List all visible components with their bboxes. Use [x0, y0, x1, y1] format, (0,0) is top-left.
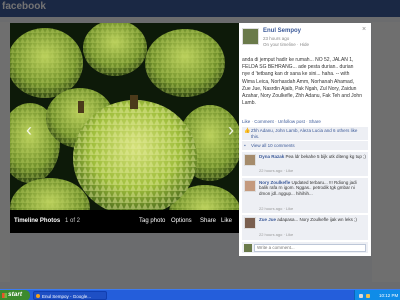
system-tray: 10:12 PM	[354, 290, 400, 300]
photo-side-panel: Enul Sempoy 23 hours ago On your timelin…	[239, 23, 371, 256]
windows-taskbar: start Enul Sempoy - Google... 10:12 PM	[0, 289, 400, 300]
post-like-link[interactable]: Like	[242, 119, 250, 124]
write-comment-area	[242, 242, 368, 253]
comment-item: Dyna Razak Pea ldr bekahe 5 bijk utk dit…	[242, 152, 368, 176]
comment-item: Nory Zoulkefle Updated terbaru... !!! Rd…	[242, 178, 368, 213]
windows-logo-icon	[2, 292, 7, 298]
post-location: On your timeline · Hide	[263, 42, 310, 47]
tray-volume-icon[interactable]	[366, 293, 370, 298]
comment-bubble-icon: ▪	[244, 142, 246, 149]
my-avatar	[244, 243, 252, 252]
previous-photo-icon[interactable]: ‹	[26, 121, 32, 139]
album-title[interactable]: Timeline Photos	[14, 218, 60, 224]
likes-summary: 👍 Zhh Adanu, John Lamb, Aleza Lucia and …	[242, 127, 368, 140]
commenter-name[interactable]: Zue Jue	[259, 217, 276, 222]
next-photo-icon[interactable]: ›	[228, 121, 234, 139]
taskbar-clock[interactable]: 10:12 PM	[379, 293, 398, 298]
comment-input[interactable]	[254, 243, 366, 252]
post-share-link[interactable]: Share	[309, 119, 321, 124]
unfollow-post-link[interactable]: Unfollow post	[278, 119, 305, 124]
comment-body: Pea ldr bekahe 5 bijk utk diteng kg tup …	[285, 154, 366, 159]
author-avatar[interactable]	[242, 28, 259, 45]
commenter-name[interactable]: Nory Zoulkefle	[259, 180, 290, 185]
close-icon[interactable]: ×	[362, 26, 366, 33]
comment-meta[interactable]: 22 hours ago · Like	[259, 168, 293, 173]
thumbs-up-icon: 👍	[244, 128, 251, 134]
durian-photo-illustration	[10, 23, 239, 233]
comment-text: Nory Zoulkefle Updated terbaru... !!! Rd…	[259, 180, 366, 196]
comment-text: Dyna Razak Pea ldr bekahe 5 bijk utk dit…	[259, 154, 366, 159]
comment-meta[interactable]: 22 hours ago · Like	[259, 232, 293, 237]
photo-action-bar: Timeline Photos 1 of 2 Tag photo Options…	[10, 210, 239, 233]
comment-item: Zue Jue adapasa... Nory Zoulkefle ijak w…	[242, 215, 368, 240]
commenter-name[interactable]: Dyna Razak	[259, 154, 284, 159]
likes-text[interactable]: Zhh Adanu, John Lamb, Aleza Lucia and 6 …	[251, 128, 357, 139]
comment-text: Zue Jue adapasa... Nory Zoulkefle ijak w…	[259, 217, 366, 222]
like-button[interactable]: Like	[221, 218, 232, 224]
comment-meta[interactable]: 22 hours ago · Like	[259, 206, 293, 211]
taskbar-window-item[interactable]: Enul Sempoy - Google...	[33, 291, 107, 300]
post-actions: Like · Comment · Unfollow post · Share	[242, 119, 367, 124]
durian-photo[interactable]: ‹ ›	[10, 23, 239, 233]
browser-icon	[36, 294, 40, 298]
taskbar-window-label: Enul Sempoy - Google...	[42, 293, 92, 299]
commenter-avatar[interactable]	[244, 217, 256, 229]
share-button[interactable]: Share	[200, 218, 216, 224]
view-all-comments-link[interactable]: ▪ View all 10 comments	[242, 141, 368, 150]
view-all-comments-text[interactable]: View all 10 comments	[251, 143, 295, 148]
options-button[interactable]: Options	[171, 218, 192, 224]
post-timestamp[interactable]: 23 hours ago	[263, 36, 289, 41]
photo-counter: 1 of 2	[65, 218, 81, 224]
comment-body: adapasa... Nory Zoulkefle ijak wn leks ;…	[277, 217, 357, 222]
start-label: start	[8, 291, 23, 298]
start-button[interactable]: start	[0, 290, 30, 300]
author-name[interactable]: Enul Sempoy	[263, 28, 301, 34]
tray-network-icon[interactable]	[359, 293, 363, 298]
post-comment-link[interactable]: Comment	[254, 119, 274, 124]
commenter-avatar[interactable]	[244, 154, 256, 166]
commenter-avatar[interactable]	[244, 180, 256, 192]
post-caption: anda di jemput hadir ke rumah... NO 52, …	[242, 57, 362, 107]
tag-photo-button[interactable]: Tag photo	[139, 218, 165, 224]
